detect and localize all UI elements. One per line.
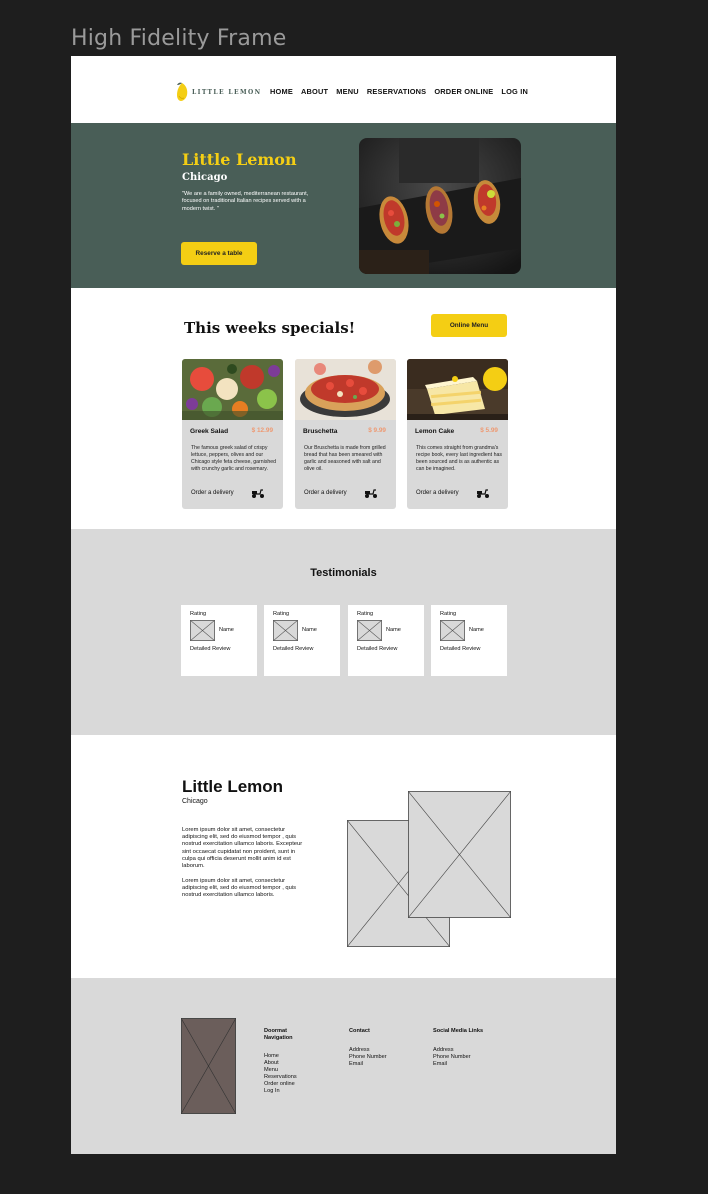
hero-title: Little Lemon (182, 150, 297, 169)
footer-logo-placeholder-icon (181, 1018, 236, 1114)
greek-salad-image (182, 359, 283, 420)
nav-item-reservations[interactable]: RESERVATIONS (367, 87, 426, 96)
hero-section: Little Lemon Chicago "We are a family ow… (71, 123, 616, 288)
footer-link-order-online[interactable]: Order online (264, 1081, 306, 1088)
special-card-lemon-cake[interactable]: Lemon Cake $ 5.99 This comes straight fr… (407, 359, 508, 509)
footer-doormat-navigation: Doormat Navigation Home About Menu Reser… (264, 1028, 306, 1096)
special-card-description: This comes straight from grandma's recip… (416, 445, 502, 473)
bruschetta-image (295, 359, 396, 420)
lemon-logo-icon (177, 82, 188, 101)
special-card-description: Our Bruschetta is made from grilled brea… (304, 445, 386, 473)
nav-item-about[interactable]: ABOUT (301, 87, 328, 96)
image-placeholder-icon (408, 791, 511, 918)
nav-item-order-online[interactable]: ORDER ONLINE (434, 87, 493, 96)
frame-label: High Fidelity Frame (71, 26, 287, 51)
about-subtitle: Chicago (182, 798, 208, 805)
nav-item-menu[interactable]: MENU (336, 87, 359, 96)
footer-contact-email[interactable]: Email (349, 1061, 391, 1068)
testimonial-review: Detailed Review (273, 646, 314, 652)
about-section: Little Lemon Chicago Lorem ipsum dolor s… (71, 735, 616, 978)
page-frame: LITTLE LEMON HOME ABOUT MENU RESERVATION… (71, 56, 616, 1154)
special-card-name: Lemon Cake (415, 428, 455, 435)
nav-menu: HOME ABOUT MENU RESERVATIONS ORDER ONLIN… (270, 87, 528, 96)
testimonials-section: Testimonials Rating Name Detailed Review… (71, 529, 616, 735)
testimonial-review: Detailed Review (357, 646, 398, 652)
testimonial-review: Detailed Review (190, 646, 231, 652)
lemon-cake-image (407, 359, 508, 420)
testimonial-rating: Rating (357, 611, 374, 617)
testimonial-name: Name (219, 627, 234, 633)
footer-heading: Social Media Links (433, 1028, 484, 1034)
nav-item-home[interactable]: HOME (270, 87, 293, 96)
testimonial-card: Rating Name Detailed Review (264, 605, 340, 676)
footer-contact: Contact Address Phone Number Email (349, 1028, 391, 1068)
footer: Doormat Navigation Home About Menu Reser… (71, 978, 616, 1154)
about-title: Little Lemon (182, 777, 284, 796)
about-paragraph: Lorem ipsum dolor sit amet, consectetur … (182, 878, 297, 899)
special-card-greek-salad[interactable]: Greek Salad $ 12.99 The famous greek sal… (182, 359, 283, 509)
avatar-placeholder-icon (190, 620, 215, 641)
order-delivery-link[interactable]: Order a delivery (416, 490, 459, 496)
footer-link-home[interactable]: Home (264, 1053, 306, 1060)
special-card-price: $ 5.99 (480, 427, 498, 434)
footer-heading: Contact (349, 1028, 370, 1034)
footer-contact-address[interactable]: Address (349, 1047, 391, 1054)
avatar-placeholder-icon (273, 620, 298, 641)
scooter-icon[interactable] (364, 488, 378, 498)
nav-item-log-in[interactable]: LOG IN (501, 87, 528, 96)
testimonial-card: Rating Name Detailed Review (348, 605, 424, 676)
special-card-price: $ 12.99 (251, 427, 273, 434)
special-card-bruschetta[interactable]: Bruschetta $ 9.99 Our Bruschetta is made… (295, 359, 396, 509)
hero-food-image (359, 138, 521, 274)
online-menu-button[interactable]: Online Menu (431, 314, 507, 337)
footer-heading: Doormat Navigation (264, 1028, 293, 1041)
testimonial-name: Name (386, 627, 401, 633)
special-card-description: The famous greek salad of crispy lettuce… (191, 445, 277, 473)
special-card-name: Bruschetta (303, 428, 338, 435)
footer-social-address[interactable]: Address (433, 1047, 513, 1054)
logo-text: LITTLE LEMON (192, 88, 262, 96)
testimonial-name: Name (469, 627, 484, 633)
special-card-name: Greek Salad (190, 428, 229, 435)
testimonial-rating: Rating (273, 611, 290, 617)
order-delivery-link[interactable]: Order a delivery (191, 490, 234, 496)
testimonial-card: Rating Name Detailed Review (181, 605, 257, 676)
avatar-placeholder-icon (357, 620, 382, 641)
footer-link-log-in[interactable]: Log In (264, 1088, 306, 1095)
footer-social-media: Social Media Links Address Phone Number … (433, 1028, 513, 1068)
order-delivery-link[interactable]: Order a delivery (304, 490, 347, 496)
footer-link-reservations[interactable]: Reservations (264, 1074, 306, 1081)
testimonial-rating: Rating (440, 611, 457, 617)
testimonial-review: Detailed Review (440, 646, 481, 652)
footer-link-about[interactable]: About (264, 1060, 306, 1067)
testimonial-rating: Rating (190, 611, 207, 617)
hero-description: "We are a family owned, mediterranean re… (182, 191, 309, 212)
footer-contact-phone[interactable]: Phone Number (349, 1054, 391, 1061)
testimonials-title: Testimonials (310, 567, 377, 579)
scooter-icon[interactable] (251, 488, 265, 498)
special-card-price: $ 9.99 (368, 427, 386, 434)
hero-subtitle: Chicago (182, 172, 228, 183)
footer-link-menu[interactable]: Menu (264, 1067, 306, 1074)
about-paragraph: Lorem ipsum dolor sit amet, consectetur … (182, 827, 303, 870)
logo[interactable]: LITTLE LEMON (176, 82, 262, 102)
specials-title: This weeks specials! (184, 319, 356, 337)
footer-social-email[interactable]: Email (433, 1061, 513, 1068)
reserve-table-button[interactable]: Reserve a table (181, 242, 257, 265)
testimonial-name: Name (302, 627, 317, 633)
testimonial-card: Rating Name Detailed Review (431, 605, 507, 676)
scooter-icon[interactable] (476, 488, 490, 498)
top-navigation: LITTLE LEMON HOME ABOUT MENU RESERVATION… (71, 56, 616, 123)
footer-social-phone[interactable]: Phone Number (433, 1054, 513, 1061)
avatar-placeholder-icon (440, 620, 465, 641)
